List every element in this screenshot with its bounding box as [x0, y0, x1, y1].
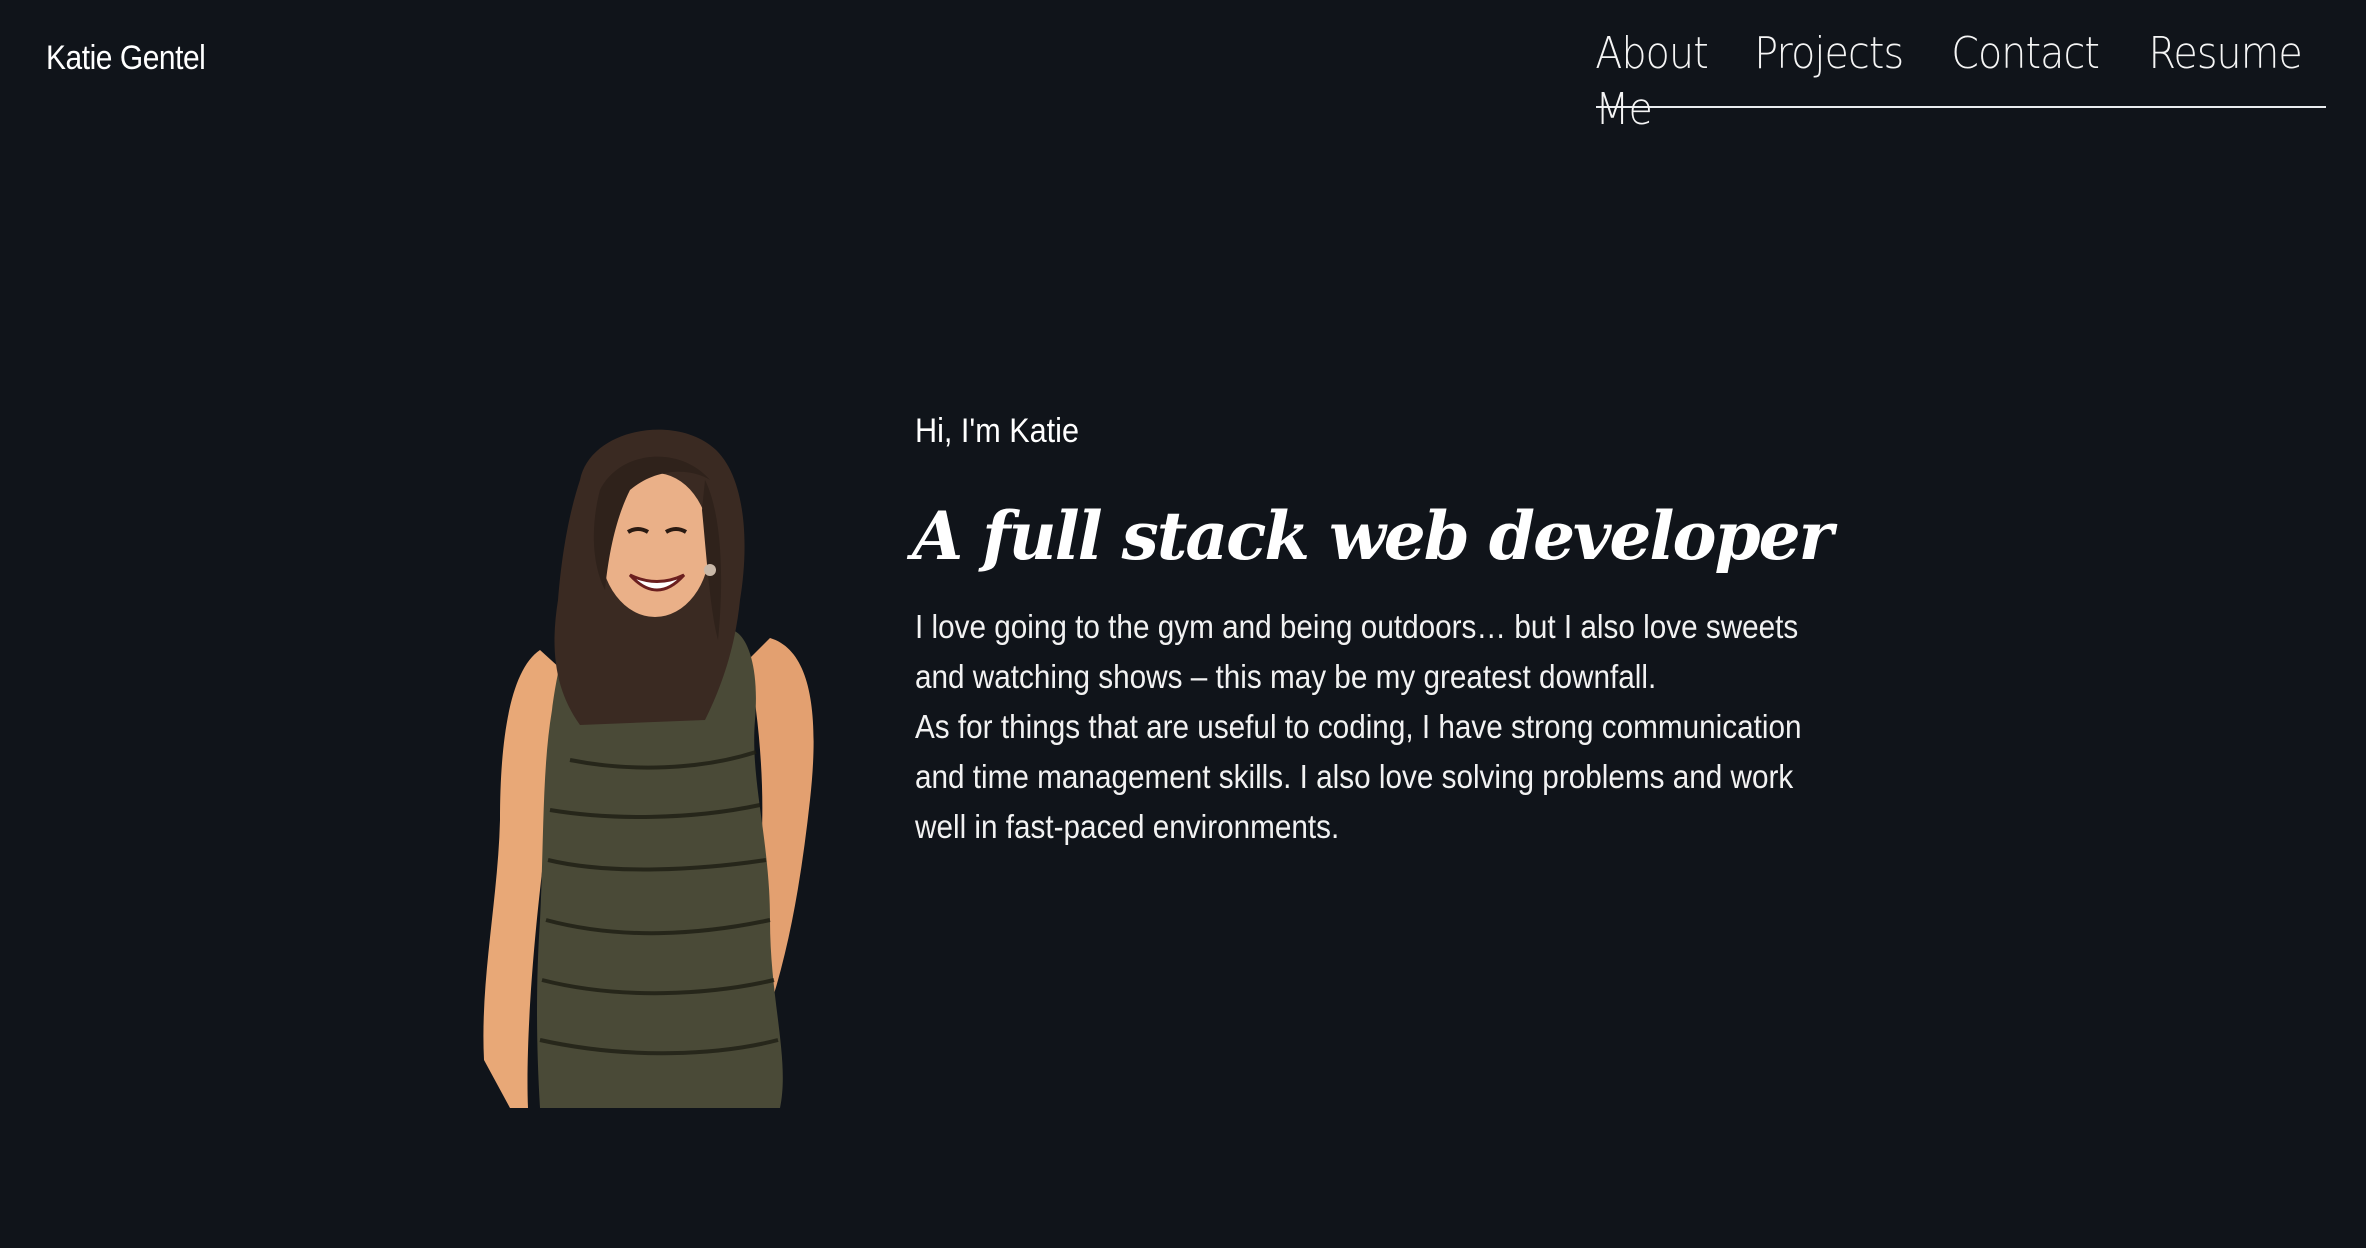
main-nav: About Me Projects Contact Resume	[1595, 20, 2326, 135]
bio-paragraph: As for things that are useful to coding,…	[915, 708, 1802, 845]
hero-bio: I love going to the gym and being outdoo…	[915, 602, 1815, 852]
hero-intro: Hi, I'm Katie A full stack web developer…	[912, 408, 1835, 852]
nav-link-contact[interactable]: Contact	[1952, 26, 2101, 138]
hero-greeting: Hi, I'm Katie	[915, 412, 1079, 450]
nav-link-resume[interactable]: Resume	[2148, 26, 2302, 138]
bio-paragraph: I love going to the gym and being outdoo…	[915, 608, 1799, 695]
nav-links: About Me Projects Contact Resume	[1589, 26, 2310, 138]
brand-logo-link[interactable]: Katie Gentel	[46, 34, 206, 82]
nav-link-about-me[interactable]: About Me	[1595, 26, 1708, 138]
hero-headline: A full stack web developer	[912, 497, 1833, 575]
profile-portrait-image	[483, 429, 814, 1108]
nav-link-projects[interactable]: Projects	[1754, 26, 1904, 138]
